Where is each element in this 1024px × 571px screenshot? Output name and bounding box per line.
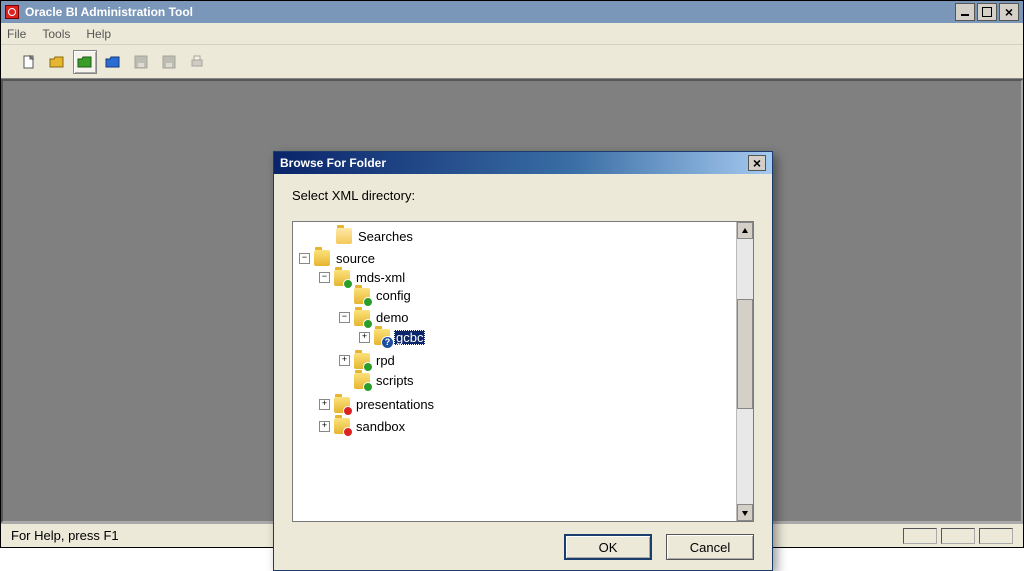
workspace: Browse For Folder Select XML directory: [1, 79, 1023, 523]
scroll-up-icon[interactable] [737, 222, 753, 239]
status-text: For Help, press F1 [11, 528, 119, 543]
status-cell [941, 528, 975, 544]
folder-icon [354, 353, 370, 369]
tree-node-demo[interactable]: demo [374, 310, 411, 325]
folder-icon [334, 418, 350, 434]
expand-icon[interactable]: + [319, 399, 330, 410]
folder-icon [336, 228, 352, 244]
expand-icon[interactable]: + [319, 421, 330, 432]
app-window: Oracle BI Administration Tool File Tools… [0, 0, 1024, 548]
status-cell [979, 528, 1013, 544]
folder-icon [334, 397, 350, 413]
titlebar: Oracle BI Administration Tool [1, 1, 1023, 23]
close-button[interactable] [999, 3, 1019, 21]
tree-node-source[interactable]: source [334, 251, 377, 266]
tree-node-rpd[interactable]: rpd [374, 353, 397, 368]
tree-node-gcbc[interactable]: gcbc [394, 330, 425, 345]
menu-help[interactable]: Help [86, 27, 111, 41]
folder-icon [314, 250, 330, 266]
dialog-title-text: Browse For Folder [280, 156, 386, 170]
collapse-icon[interactable]: − [319, 272, 330, 283]
toolbar [1, 45, 1023, 79]
expander-icon [339, 375, 350, 386]
minimize-button[interactable] [955, 3, 975, 21]
tool-new-icon[interactable] [17, 50, 41, 74]
folder-icon [354, 310, 370, 326]
folder-icon [354, 288, 370, 304]
folder-tree[interactable]: Searches − source [293, 222, 736, 521]
dialog-prompt: Select XML directory: [292, 188, 754, 203]
scroll-thumb[interactable] [737, 299, 753, 409]
cancel-button[interactable]: Cancel [666, 534, 754, 560]
tool-open2-icon[interactable] [73, 50, 97, 74]
tool-disk2-icon[interactable] [157, 50, 181, 74]
ok-button[interactable]: OK [564, 534, 652, 560]
dialog-overlay: Browse For Folder Select XML directory: [3, 81, 1021, 521]
tree-node-config[interactable]: config [374, 288, 413, 303]
dialog-close-button[interactable] [748, 155, 766, 171]
tree-scrollbar[interactable] [736, 222, 753, 521]
menubar: File Tools Help [1, 23, 1023, 45]
tool-open-icon[interactable] [45, 50, 69, 74]
expander-icon [339, 290, 350, 301]
tree-container: Searches − source [292, 221, 754, 522]
app-icon [5, 5, 19, 19]
tool-print-icon[interactable] [185, 50, 209, 74]
expand-icon[interactable]: + [359, 332, 370, 343]
collapse-icon[interactable]: − [339, 312, 350, 323]
window-title: Oracle BI Administration Tool [25, 5, 193, 19]
dialog-titlebar: Browse For Folder [274, 152, 772, 174]
menu-file[interactable]: File [7, 27, 26, 41]
menu-tools[interactable]: Tools [42, 27, 70, 41]
tree-node-scripts[interactable]: scripts [374, 373, 416, 388]
folder-icon [374, 329, 390, 345]
tool-disk1-icon[interactable] [129, 50, 153, 74]
status-cell [903, 528, 937, 544]
tree-node-searches[interactable]: Searches [356, 229, 415, 244]
scroll-track[interactable] [737, 239, 753, 504]
folder-icon [334, 270, 350, 286]
collapse-icon[interactable]: − [299, 253, 310, 264]
maximize-button[interactable] [977, 3, 997, 21]
folder-icon [354, 373, 370, 389]
browse-folder-dialog: Browse For Folder Select XML directory: [273, 151, 773, 571]
tree-node-sandbox[interactable]: sandbox [354, 419, 407, 434]
tree-node-presentations[interactable]: presentations [354, 397, 436, 412]
scroll-down-icon[interactable] [737, 504, 753, 521]
expander-icon [321, 231, 332, 242]
tree-node-mds-xml[interactable]: mds-xml [354, 270, 407, 285]
expand-icon[interactable]: + [339, 355, 350, 366]
tool-open3-icon[interactable] [101, 50, 125, 74]
